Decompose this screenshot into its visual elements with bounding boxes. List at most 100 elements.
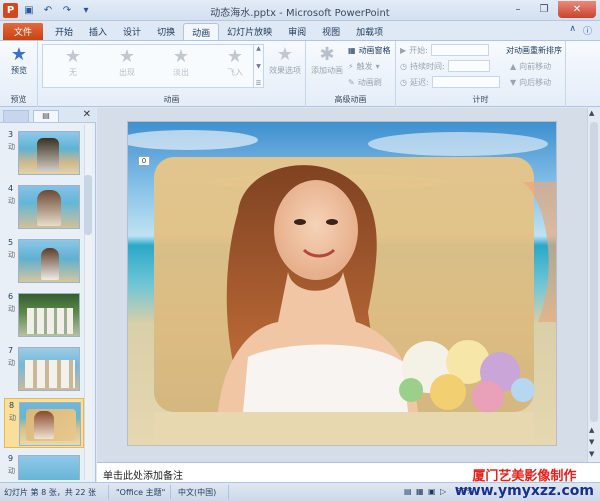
- animation-order-badge[interactable]: 0: [138, 156, 150, 166]
- star-icon: ★: [64, 46, 82, 67]
- slide-thumb-image: [18, 347, 80, 391]
- language[interactable]: 中文(中国): [178, 487, 216, 498]
- star-icon: ★: [226, 46, 244, 67]
- trigger-button[interactable]: ⚡ 触发 ▾: [348, 61, 380, 72]
- tab-insert[interactable]: 插入: [81, 23, 115, 40]
- tab-view[interactable]: 视图: [314, 23, 348, 40]
- animation-pane-icon: ▦: [348, 46, 356, 55]
- normal-view-icon[interactable]: ▤: [404, 487, 412, 496]
- delay-input[interactable]: [431, 76, 500, 88]
- add-animation-button[interactable]: ✱ 添加动画: [308, 43, 346, 76]
- slideshow-view-icon[interactable]: ▷: [440, 487, 446, 496]
- group-label-preview: 预览: [10, 95, 27, 104]
- scrollbar-thumb[interactable]: [84, 175, 92, 235]
- tab-review[interactable]: 审阅: [280, 23, 314, 40]
- group-label-advanced: 高级动画: [334, 95, 367, 104]
- ribbon: ★ 预览 预览 ★ 无 ★ 出现 ★ 淡出 ★ 飞入 ▲ ▼ ☰ ★ 效果选项 …: [0, 40, 600, 107]
- slide-thumbnail[interactable]: 9 动: [4, 452, 84, 480]
- group-label-animation: 动画: [163, 95, 180, 104]
- animation-star-icon: 动: [8, 143, 15, 151]
- slide-thumb-image: [18, 239, 80, 283]
- animation-star-icon: 动: [8, 467, 15, 475]
- minimize-button[interactable]: –: [506, 1, 530, 18]
- animation-pane-button[interactable]: ▦ 动画窗格: [348, 45, 391, 56]
- gallery-item-appear[interactable]: ★ 出现: [101, 47, 153, 85]
- tab-file[interactable]: 文件: [3, 23, 44, 40]
- slides-panel-scrollbar[interactable]: [84, 125, 92, 480]
- gallery-item-none[interactable]: ★ 无: [47, 47, 99, 85]
- slide-thumbnail-selected[interactable]: 8 动: [4, 398, 84, 448]
- duration-input[interactable]: [447, 60, 490, 72]
- slide-thumbnail[interactable]: 5 动: [4, 236, 84, 286]
- theme-name: "Office 主题": [116, 488, 166, 497]
- group-timing: ▶ 开始: ◷ 持续时间: ◷ 延迟: 对动画重新排序 ▲ 向前移动 ▼ 向后移…: [396, 41, 566, 107]
- restore-button[interactable]: ❐: [532, 1, 556, 18]
- slide-thumb-image: [18, 185, 80, 229]
- star-icon: ★: [172, 46, 190, 67]
- gallery-item-fade[interactable]: ★ 淡出: [155, 47, 207, 85]
- animation-star-icon: 动: [8, 251, 15, 259]
- start-row: ▶ 开始:: [400, 44, 489, 56]
- slide-thumbnail[interactable]: 6 动: [4, 290, 84, 340]
- current-slide[interactable]: 0: [127, 121, 557, 446]
- animation-star-icon: 动: [8, 305, 15, 313]
- start-icon: ▶: [400, 45, 407, 55]
- previous-slide-icon[interactable]: ▲: [589, 426, 594, 434]
- slide-thumb-image: [19, 402, 81, 446]
- preview-button[interactable]: ★ 预览: [4, 43, 34, 76]
- tab-outline[interactable]: ▤: [33, 110, 59, 122]
- move-later-button[interactable]: ▼ 向后移动: [510, 77, 551, 88]
- slide-count: 幻灯片 第 8 张，共 22 张: [4, 488, 96, 497]
- start-select[interactable]: [430, 44, 489, 56]
- scroll-down-icon[interactable]: ▼: [589, 450, 594, 458]
- slide-thumbnail[interactable]: 7 动: [4, 344, 84, 394]
- add-animation-icon: ✱: [319, 43, 335, 65]
- watermark: 厦门艺美影像制作 www.ymyxzz.com: [454, 470, 594, 499]
- reading-view-icon[interactable]: ▣: [428, 487, 436, 496]
- effect-options-icon: ★: [276, 43, 294, 65]
- animation-star-icon: 动: [9, 414, 16, 422]
- close-icon[interactable]: ✕: [83, 109, 91, 120]
- move-earlier-button[interactable]: ▲ 向前移动: [510, 61, 551, 72]
- slides-panel: ▤ ✕ 3 动 4 动 5 动 6 动 7 动 8 动 9 动: [0, 108, 96, 482]
- tab-transitions[interactable]: 切换: [149, 23, 183, 40]
- animation-star-icon: 动: [8, 197, 15, 205]
- scrollbar-thumb[interactable]: [590, 122, 598, 422]
- effect-options-button[interactable]: ★ 效果选项: [268, 43, 302, 76]
- clock-icon: ◷: [400, 61, 407, 71]
- slides-panel-header: ▤ ✕: [0, 108, 96, 123]
- tab-slideshow[interactable]: 幻灯片放映: [219, 23, 280, 40]
- next-slide-icon[interactable]: ▼: [589, 438, 594, 446]
- scroll-up-icon[interactable]: ▲: [589, 109, 594, 117]
- slide-thumbnail[interactable]: 3 动: [4, 128, 84, 178]
- sorter-view-icon[interactable]: ▦: [416, 487, 424, 496]
- animation-gallery: ★ 无 ★ 出现 ★ 淡出 ★ 飞入 ▲ ▼ ☰: [42, 44, 264, 88]
- chevron-down-icon: ▾: [375, 62, 380, 71]
- duration-row: ◷ 持续时间:: [400, 60, 490, 72]
- group-animation: ★ 无 ★ 出现 ★ 淡出 ★ 飞入 ▲ ▼ ☰ ★ 效果选项 动画: [38, 41, 306, 107]
- group-preview: ★ 预览 预览: [0, 41, 38, 107]
- slide-thumb-image: [18, 455, 80, 480]
- tab-design[interactable]: 设计: [115, 23, 149, 40]
- group-advanced-animation: ✱ 添加动画 ▦ 动画窗格 ⚡ 触发 ▾ ✎ 动画刷 高级动画: [306, 41, 396, 107]
- help-icon[interactable]: ⓘ: [583, 24, 592, 37]
- gallery-scroll[interactable]: ▲ ▼ ☰: [253, 45, 263, 87]
- slide-thumbnail[interactable]: 4 动: [4, 182, 84, 232]
- minimize-ribbon-icon[interactable]: ∧: [569, 24, 576, 37]
- arrow-up-icon: ▲: [510, 62, 517, 71]
- tab-addins[interactable]: 加载项: [348, 23, 391, 40]
- watermark-line2: www.ymyxzz.com: [454, 483, 594, 499]
- star-icon: ★: [10, 43, 28, 65]
- vertical-scrollbar[interactable]: ▲ ▲ ▼ ▼: [587, 108, 600, 462]
- slide-thumb-image: [18, 293, 80, 337]
- close-button[interactable]: ✕: [558, 1, 596, 18]
- tab-home[interactable]: 开始: [47, 23, 81, 40]
- title-bar: P ▣ ↶ ↷ ▾ 动态海水.pptx - Microsoft PowerPoi…: [0, 0, 600, 21]
- slide-editor: 0 ▲ ▲ ▼ ▼: [97, 108, 600, 462]
- delay-icon: ◷: [400, 77, 407, 87]
- animation-star-icon: 动: [8, 359, 15, 367]
- arrow-down-icon: ▼: [510, 78, 517, 87]
- animation-painter-button[interactable]: ✎ 动画刷: [348, 77, 382, 88]
- tab-slides[interactable]: [3, 110, 29, 122]
- tab-animations[interactable]: 动画: [183, 23, 220, 40]
